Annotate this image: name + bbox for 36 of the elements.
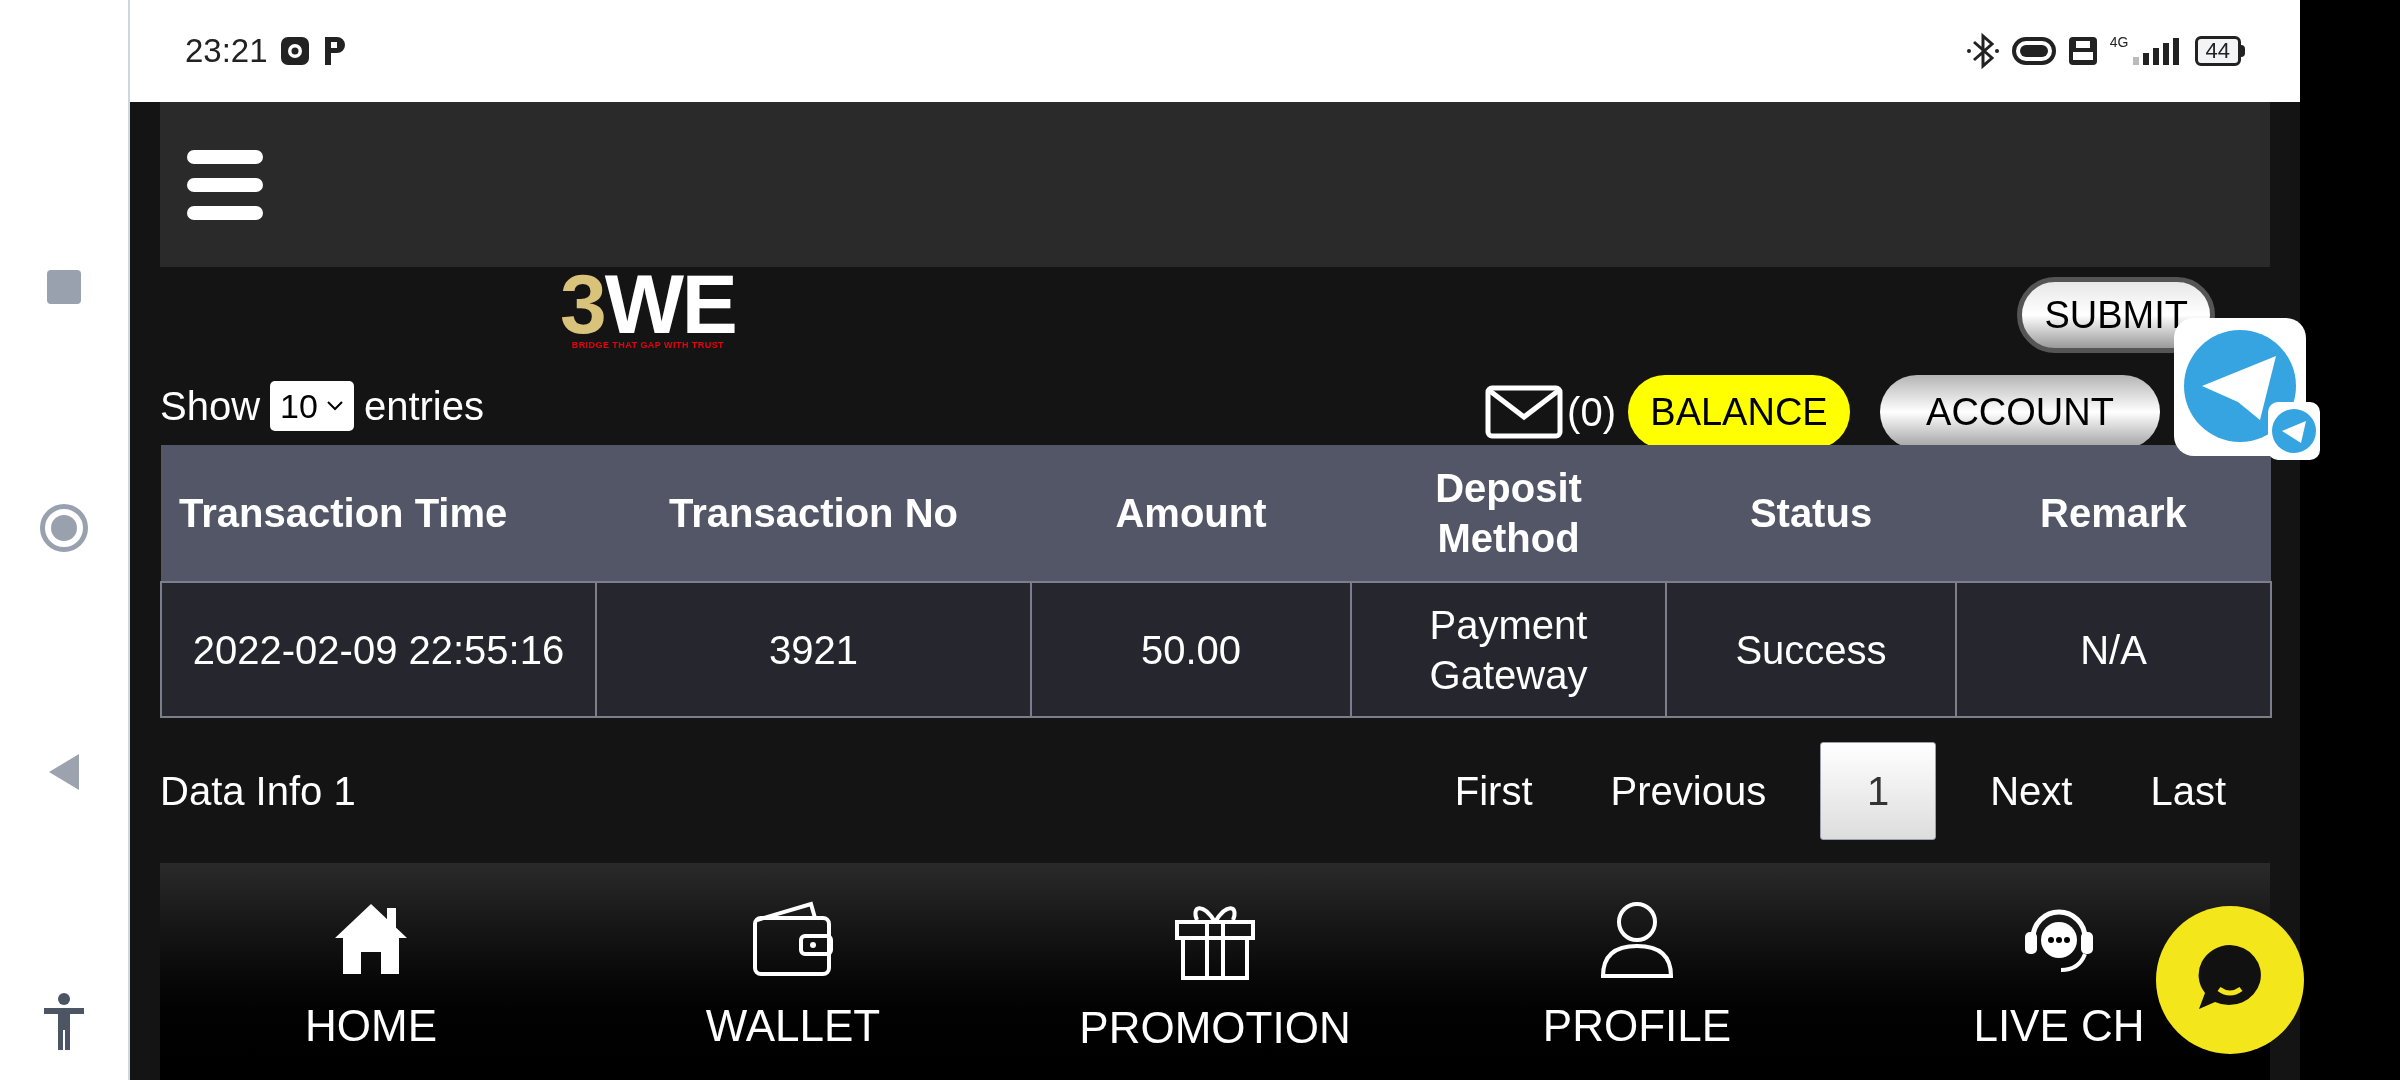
show-label: Show xyxy=(160,383,261,430)
chat-bubble-icon[interactable] xyxy=(2155,905,2305,1055)
table-cell: Payment Gateway xyxy=(1351,582,1666,717)
accessibility-icon[interactable] xyxy=(42,992,86,1052)
network-type: 4G xyxy=(2109,35,2129,49)
inbox-count: (0) xyxy=(1567,389,1616,436)
mail-icon[interactable] xyxy=(1485,385,1564,439)
table-cell: N/A xyxy=(1956,582,2271,717)
nav-item[interactable]: PROFILE xyxy=(1542,999,1732,1052)
pagination-button[interactable]: Last xyxy=(2126,741,2250,840)
table-cell: Success xyxy=(1666,582,1956,717)
submit-button[interactable]: SUBMIT xyxy=(2017,277,2215,353)
table-cell: 2022-02-09 22:55:16 xyxy=(161,582,596,717)
caret-icon xyxy=(325,400,344,412)
nav-item[interactable]: HOME xyxy=(305,999,437,1052)
column-header[interactable]: Transaction No xyxy=(596,445,1031,582)
pagination-button[interactable]: Next xyxy=(1966,741,2097,840)
nav-item[interactable]: PROMOTION xyxy=(1079,1001,1351,1054)
table-cell: 50.00 xyxy=(1031,582,1351,717)
nav-item[interactable]: WALLET xyxy=(705,999,881,1052)
menu-icon[interactable] xyxy=(187,149,263,220)
home-icon[interactable] xyxy=(40,504,88,552)
battery-level: 44 xyxy=(2194,36,2241,66)
entries-label: entries xyxy=(363,383,484,430)
column-header[interactable]: Amount xyxy=(1031,445,1351,582)
table-cell: 3921 xyxy=(596,582,1031,717)
column-header[interactable]: Transaction Time xyxy=(161,445,596,582)
pagination-button[interactable]: First xyxy=(1430,741,1557,840)
pagination-button[interactable]: Previous xyxy=(1586,741,1791,840)
nav-item[interactable]: LIVE CH xyxy=(1973,999,2145,1052)
entries-select[interactable]: 10 xyxy=(270,381,354,431)
record-icon xyxy=(279,36,310,66)
bluetooth-icon xyxy=(1965,32,2000,70)
pagination-button[interactable]: 1 xyxy=(1820,741,1937,840)
clock-time: 23:21 xyxy=(185,31,268,72)
table-info: Data Info 1 xyxy=(160,767,356,815)
